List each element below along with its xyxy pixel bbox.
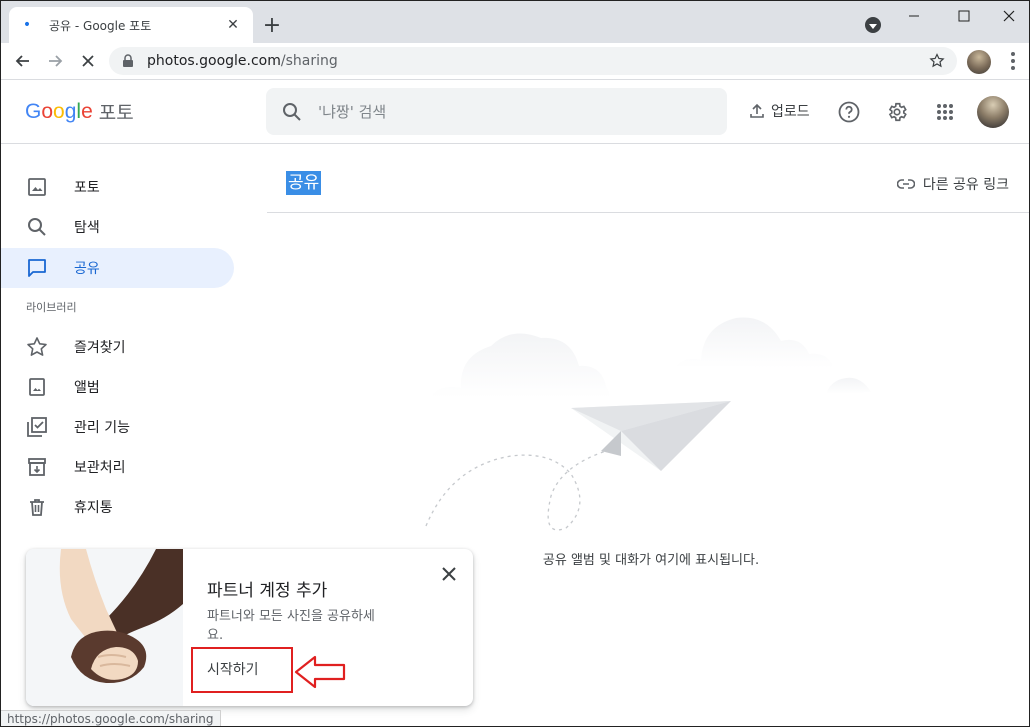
apps-button[interactable] — [933, 100, 957, 124]
close-window-button[interactable] — [986, 3, 1029, 29]
tab-close-icon[interactable]: ✕ — [223, 15, 243, 35]
help-button[interactable] — [837, 100, 861, 124]
sidebar-item-trash[interactable]: 휴지통 — [1, 487, 234, 527]
address-bar[interactable]: photos.google.com/sharing — [109, 47, 957, 75]
app-header: Google 포토 업로드 — [1, 81, 1029, 144]
maximize-icon — [958, 10, 970, 22]
search-icon — [283, 102, 301, 121]
forward-button[interactable] — [43, 49, 67, 73]
archive-icon — [26, 456, 48, 478]
sidebar-item-sharing[interactable]: 공유 — [1, 248, 234, 288]
holding-hands-image — [26, 549, 183, 706]
link-icon — [896, 179, 915, 189]
utilities-icon — [26, 416, 48, 438]
google-photos-logo[interactable]: Google 포토 — [25, 98, 134, 125]
sidebar-item-photos[interactable]: 포토 — [1, 167, 234, 207]
cloud-left — [431, 333, 611, 398]
stop-loading-button[interactable] — [76, 49, 100, 73]
apps-grid-icon — [937, 104, 953, 120]
album-icon — [26, 376, 48, 398]
tab-title: 공유 - Google 포토 — [49, 18, 152, 33]
dotted-flight-path — [425, 450, 607, 531]
close-icon — [1003, 10, 1015, 22]
cloud-small — [826, 377, 871, 394]
stop-icon — [82, 55, 94, 67]
promo-description: 파트너와 모든 사진을 공유하세요. — [207, 609, 375, 643]
sidebar-item-explore[interactable]: 탐색 — [1, 207, 234, 247]
annotation-arrow-icon — [294, 655, 346, 689]
upload-icon — [750, 103, 764, 118]
lock-icon — [121, 54, 135, 68]
forward-arrow-icon — [49, 55, 63, 67]
library-section-label: 라이브러리 — [26, 301, 77, 314]
sidebar-item-archive[interactable]: 보관처리 — [1, 447, 234, 487]
browser-window: • 공유 - Google 포토 ✕ + photos.google.com/s… — [0, 0, 1030, 727]
empty-state-illustration — [425, 317, 871, 531]
tab-strip: • 공유 - Google 포토 ✕ + — [1, 1, 1029, 43]
cloud-right — [676, 317, 833, 368]
back-button[interactable] — [11, 49, 35, 73]
search-icon — [26, 216, 48, 238]
page-title: 공유 — [286, 171, 322, 195]
minimize-button[interactable] — [891, 3, 937, 29]
help-icon — [838, 101, 860, 123]
new-tab-button[interactable]: + — [260, 13, 284, 38]
browser-profile-avatar[interactable] — [967, 50, 991, 74]
sidebar-item-favorites[interactable]: 즐겨찾기 — [1, 327, 234, 367]
empty-state-message: 공유 앨범 및 대화가 여기에 표시됩니다. — [542, 553, 760, 568]
close-icon — [442, 567, 456, 581]
sidebar-item-albums[interactable]: 앨범 — [1, 367, 234, 407]
maximize-button[interactable] — [941, 3, 987, 29]
annotation-highlight-box — [191, 647, 293, 693]
settings-button[interactable] — [885, 100, 909, 124]
search-input[interactable] — [318, 102, 698, 121]
favicon-icon: • — [22, 17, 32, 33]
sidebar-item-utilities[interactable]: 관리 기능 — [1, 407, 234, 447]
bookmark-star-icon[interactable] — [927, 51, 947, 71]
status-bar-url: https://photos.google.com/sharing — [1, 710, 221, 726]
main-header: 공유 다른 공유 링크 — [267, 144, 1029, 213]
tab-search-icon[interactable] — [865, 17, 881, 33]
trash-icon — [26, 496, 48, 518]
search-box[interactable] — [266, 88, 727, 135]
product-name: 포토 — [98, 102, 134, 124]
account-avatar[interactable] — [977, 96, 1009, 128]
browser-toolbar: photos.google.com/sharing — [1, 43, 1029, 80]
browser-menu-icon[interactable] — [1001, 49, 1025, 73]
minimize-icon — [909, 15, 919, 17]
photo-icon — [26, 176, 48, 198]
back-arrow-icon — [15, 55, 29, 67]
promo-title: 파트너 계정 추가 — [207, 581, 328, 601]
upload-button[interactable]: 업로드 — [749, 101, 810, 121]
promo-close-button[interactable] — [438, 563, 460, 585]
browser-tab[interactable]: • 공유 - Google 포토 ✕ — [9, 7, 253, 43]
url-text: photos.google.com/sharing — [147, 53, 338, 69]
other-sharing-links-button[interactable]: 다른 공유 링크 — [896, 174, 1009, 194]
sharing-icon — [26, 257, 48, 279]
gear-icon — [888, 102, 907, 122]
star-icon — [26, 336, 48, 358]
